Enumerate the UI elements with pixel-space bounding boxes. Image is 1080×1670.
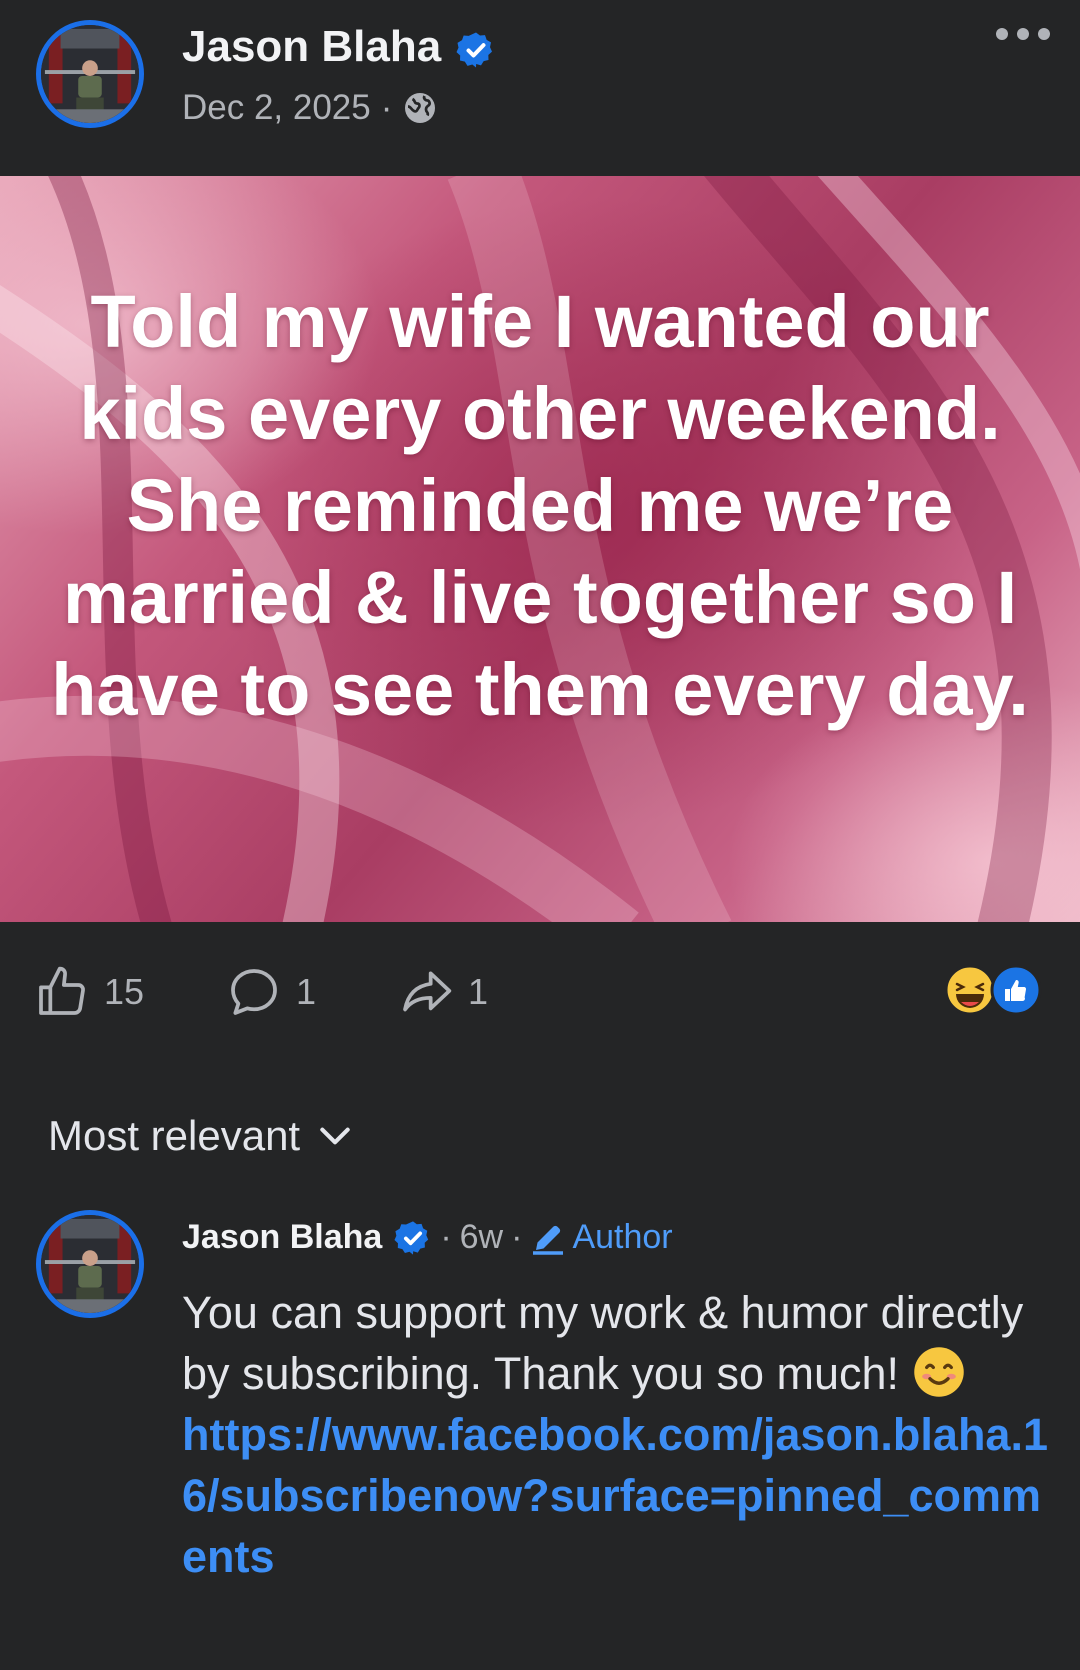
haha-icon bbox=[944, 964, 996, 1016]
post-header: Jason Blaha Dec 2, 2025 · bbox=[0, 0, 1080, 175]
action-bar: 15 1 1 bbox=[0, 940, 1080, 1040]
comment-body: You can support my work & humor directly… bbox=[182, 1282, 1052, 1587]
comment-count: 1 bbox=[296, 971, 317, 1012]
pencil-icon bbox=[533, 1225, 564, 1255]
dot-icon bbox=[1017, 28, 1029, 40]
comments-sort-dropdown[interactable]: Most relevant bbox=[48, 1112, 354, 1160]
comment-time[interactable]: 6w bbox=[460, 1218, 503, 1257]
like-icon bbox=[39, 966, 85, 1015]
chevron-down-icon bbox=[320, 1127, 350, 1145]
like-count: 15 bbox=[104, 971, 145, 1012]
comment-avatar[interactable] bbox=[36, 1210, 144, 1318]
sort-label: Most relevant bbox=[48, 1112, 301, 1159]
avatar[interactable] bbox=[36, 20, 144, 128]
comment-header: Jason Blaha · 6w · Author bbox=[182, 1218, 673, 1257]
post-date[interactable]: Dec 2, 2025 bbox=[182, 88, 371, 128]
more-options-button[interactable] bbox=[996, 28, 1050, 40]
reactions-summary[interactable] bbox=[944, 964, 1044, 1016]
like-button[interactable]: 15 bbox=[34, 964, 144, 1020]
meta-separator: · bbox=[511, 1218, 523, 1256]
avatar-photo bbox=[41, 25, 139, 123]
meta-separator: · bbox=[380, 88, 393, 127]
comment-button[interactable]: 1 bbox=[226, 964, 316, 1020]
dot-icon bbox=[996, 28, 1008, 40]
comment-text: You can support my work & humor directly… bbox=[182, 1287, 1024, 1399]
like-reaction-icon bbox=[990, 964, 1042, 1016]
share-button[interactable]: 1 bbox=[398, 964, 488, 1020]
author-badge: Author bbox=[530, 1218, 673, 1257]
share-icon bbox=[403, 971, 452, 1012]
author-badge-label: Author bbox=[572, 1218, 673, 1256]
share-count: 1 bbox=[468, 971, 489, 1012]
post-image[interactable]: Told my wife I wanted our kids every oth… bbox=[0, 176, 1080, 922]
meta-separator: · bbox=[440, 1218, 452, 1256]
globe-icon bbox=[405, 93, 436, 123]
comment-icon bbox=[231, 969, 277, 1015]
post-image-text: Told my wife I wanted our kids every oth… bbox=[51, 280, 1029, 731]
avatar-photo bbox=[41, 1215, 139, 1313]
dot-icon bbox=[1038, 28, 1050, 40]
subscribe-link[interactable]: https://www.facebook.com/jason.blaha.16/… bbox=[182, 1404, 1052, 1587]
post-author-name[interactable]: Jason Blaha bbox=[182, 22, 441, 72]
verified-badge-icon bbox=[394, 1220, 429, 1255]
comment-author-name[interactable]: Jason Blaha bbox=[182, 1218, 382, 1257]
smiling-face-icon bbox=[913, 1347, 964, 1397]
verified-badge-icon bbox=[456, 32, 492, 68]
post-meta: Dec 2, 2025 · bbox=[182, 88, 438, 128]
